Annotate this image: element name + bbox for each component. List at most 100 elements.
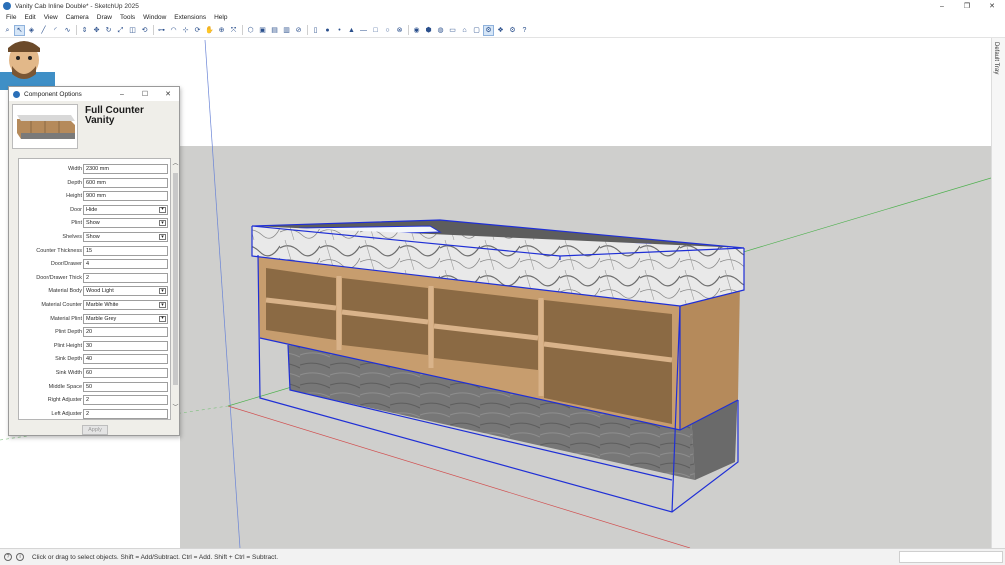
- default-tray-tab[interactable]: Default Tray: [991, 38, 1005, 548]
- chevron-down-icon[interactable]: ▾: [159, 288, 166, 295]
- option-select[interactable]: Marble Grey ▾: [83, 313, 168, 324]
- hide-icon[interactable]: ⊗: [395, 26, 404, 35]
- iso-view-icon[interactable]: ⬡: [246, 26, 255, 35]
- select-tool-icon[interactable]: ↖: [14, 24, 25, 36]
- chevron-down-icon[interactable]: ▾: [159, 206, 166, 213]
- menu-draw[interactable]: Draw: [97, 14, 112, 21]
- dot-icon[interactable]: •: [335, 26, 344, 35]
- axes-icon[interactable]: ⊹: [181, 26, 190, 35]
- help-icon[interactable]: ?: [520, 26, 529, 35]
- option-input[interactable]: 30: [83, 340, 168, 351]
- top-view-icon[interactable]: ▣: [258, 26, 267, 35]
- option-input[interactable]: 2300 mm: [83, 164, 168, 174]
- option-label: Counter Thickness: [36, 247, 82, 254]
- option-input[interactable]: 4: [83, 259, 168, 270]
- chevron-down-icon[interactable]: ▾: [159, 302, 166, 308]
- front-view-icon[interactable]: ▤: [270, 26, 279, 35]
- option-input[interactable]: 600 mm: [83, 177, 168, 188]
- protractor-icon[interactable]: ◠: [169, 26, 178, 35]
- option-input[interactable]: 20: [83, 327, 168, 338]
- extension-icon[interactable]: ◉: [412, 26, 421, 35]
- pan-icon[interactable]: ✋: [205, 26, 214, 35]
- paint-icon[interactable]: ▲: [347, 26, 356, 35]
- option-select[interactable]: Hide ▾: [83, 204, 168, 215]
- settings-icon[interactable]: ⚙: [508, 26, 517, 35]
- follow-me-icon[interactable]: ⟲: [140, 26, 149, 35]
- component-icon[interactable]: ⬢: [424, 26, 433, 35]
- rotate-icon[interactable]: ↻: [104, 26, 113, 35]
- measurements-box[interactable]: [899, 551, 1003, 563]
- scroll-down-icon[interactable]: ﹀: [172, 403, 179, 411]
- option-input[interactable]: 40: [83, 354, 168, 365]
- walk-icon[interactable]: ⌂: [460, 26, 469, 35]
- dialog-minimize-button[interactable]: –: [115, 88, 129, 100]
- scene-icon[interactable]: ▢: [472, 26, 481, 35]
- maximize-button[interactable]: ❐: [956, 0, 978, 12]
- dialog-title-bar[interactable]: Component Options – ☐ ✕: [9, 87, 179, 101]
- scrollbar-thumb[interactable]: [173, 173, 178, 385]
- menu-tools[interactable]: Tools: [120, 14, 135, 21]
- option-input[interactable]: 50: [83, 381, 168, 392]
- option-select[interactable]: Marble White ▾: [83, 300, 168, 310]
- orbit-icon[interactable]: ⟳: [193, 26, 202, 35]
- dash-icon[interactable]: —: [359, 26, 368, 35]
- chevron-down-icon[interactable]: ▾: [159, 220, 166, 227]
- rectangle-icon[interactable]: □: [371, 26, 380, 35]
- scale-icon[interactable]: ⤢: [116, 26, 125, 35]
- option-input[interactable]: 2: [83, 395, 168, 406]
- search-icon[interactable]: ⌕: [3, 26, 12, 35]
- menu-window[interactable]: Window: [143, 14, 166, 21]
- info-icon[interactable]: i: [16, 553, 24, 561]
- eraser-icon[interactable]: ◈: [27, 26, 36, 35]
- push-pull-icon[interactable]: ⇕: [80, 26, 89, 35]
- menu-camera[interactable]: Camera: [66, 14, 89, 21]
- option-input[interactable]: 900 mm: [83, 191, 168, 202]
- move-icon[interactable]: ✥: [92, 26, 101, 35]
- option-select[interactable]: Wood Light ▾: [83, 286, 168, 297]
- menu-file[interactable]: File: [6, 14, 16, 21]
- dynamic-component-icon[interactable]: ⚙: [483, 24, 494, 36]
- menu-extensions[interactable]: Extensions: [174, 14, 206, 21]
- menu-edit[interactable]: Edit: [24, 14, 35, 21]
- line-tool-icon[interactable]: ╱: [39, 26, 48, 35]
- minimize-button[interactable]: –: [931, 0, 953, 12]
- menu-bar: File Edit View Camera Draw Tools Window …: [0, 12, 1005, 23]
- scroll-up-icon[interactable]: ︿: [172, 159, 179, 167]
- option-input[interactable]: 60: [83, 368, 168, 378]
- circle-icon[interactable]: ○: [383, 26, 392, 35]
- chevron-down-icon[interactable]: ▾: [159, 234, 166, 240]
- option-select[interactable]: Show ▾: [83, 218, 168, 229]
- options-scrollbar[interactable]: ︿ ﹀: [172, 159, 179, 421]
- freehand-icon[interactable]: ∿: [63, 26, 72, 35]
- user-icon[interactable]: ●: [323, 26, 332, 35]
- right-view-icon[interactable]: ▥: [282, 26, 291, 35]
- option-select[interactable]: Show ▾: [83, 232, 168, 242]
- component-name: Full Counter Vanity: [85, 105, 144, 126]
- help-icon[interactable]: ?: [4, 553, 12, 561]
- zoom-extents-icon[interactable]: ⤧: [229, 26, 238, 35]
- layers-icon[interactable]: ❖: [496, 26, 505, 35]
- chevron-down-icon[interactable]: ▾: [159, 315, 166, 322]
- option-value: 4: [86, 261, 90, 268]
- option-label: Sink Depth: [55, 356, 82, 363]
- zoom-icon[interactable]: ⊕: [217, 26, 226, 35]
- section-plane-icon[interactable]: ⊘: [294, 26, 303, 35]
- camera-icon[interactable]: ▭: [448, 26, 457, 35]
- material-icon[interactable]: ◍: [436, 26, 445, 35]
- tape-measure-icon[interactable]: ⊶: [157, 26, 166, 35]
- option-input[interactable]: 2: [83, 272, 168, 283]
- menu-view[interactable]: View: [44, 14, 58, 21]
- close-button[interactable]: ✕: [981, 0, 1003, 12]
- option-input[interactable]: 2: [83, 408, 168, 419]
- dialog-maximize-button[interactable]: ☐: [138, 88, 152, 100]
- component-options-dialog: Component Options – ☐ ✕ Full Counter Van…: [8, 86, 180, 436]
- offset-icon[interactable]: ◫: [128, 26, 137, 35]
- dialog-close-button[interactable]: ✕: [161, 88, 175, 100]
- apply-button[interactable]: Apply: [82, 425, 108, 435]
- menu-help[interactable]: Help: [214, 14, 227, 21]
- option-label: Shelves: [62, 234, 82, 240]
- arc-tool-icon[interactable]: ◜: [51, 26, 60, 35]
- option-value: 20: [86, 329, 93, 336]
- new-file-icon[interactable]: ▯: [311, 26, 320, 35]
- option-input[interactable]: 15: [83, 245, 168, 256]
